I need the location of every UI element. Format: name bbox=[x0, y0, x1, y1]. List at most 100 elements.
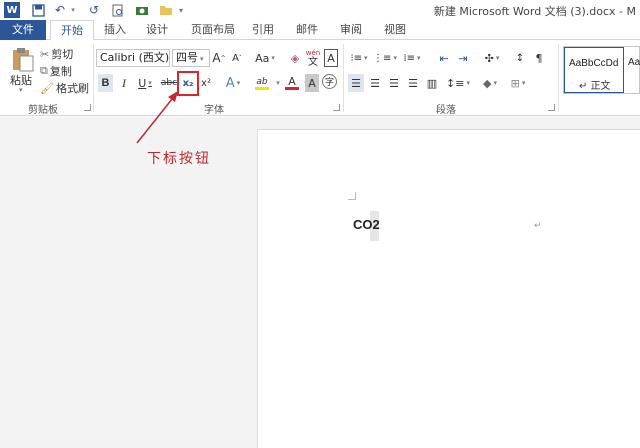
style-name-text: 正文 bbox=[590, 81, 611, 92]
strikethrough-icon: abc bbox=[160, 78, 178, 88]
change-case-button[interactable]: Aa ▾ bbox=[253, 49, 277, 67]
tab-layout[interactable]: 页面布局 bbox=[184, 20, 242, 40]
bullets-button[interactable]: ⁝≡ ▾ bbox=[348, 49, 370, 67]
tab-references[interactable]: 引用 bbox=[246, 20, 280, 40]
phonetic-bottom-text: 文 bbox=[308, 57, 318, 68]
italic-button[interactable]: I bbox=[117, 74, 131, 92]
align-center-icon: ☰ bbox=[370, 76, 380, 90]
font-color-button[interactable]: A bbox=[282, 74, 302, 92]
bold-button[interactable]: B bbox=[98, 74, 113, 92]
increase-indent-icon: ⇥ bbox=[458, 51, 468, 65]
highlight-color-button[interactable]: ab bbox=[250, 74, 274, 92]
tab-insert[interactable]: 插入 bbox=[98, 20, 132, 40]
character-shading-icon: A bbox=[308, 76, 316, 90]
chevron-down-icon: ▾ bbox=[495, 54, 500, 62]
copy-label: 复制 bbox=[49, 65, 72, 78]
character-shading-button[interactable]: A bbox=[305, 74, 319, 92]
multilevel-list-icon: ⁞≡ bbox=[403, 52, 416, 64]
font-launcher-icon[interactable] bbox=[333, 104, 340, 111]
align-left-button[interactable]: ☰ bbox=[348, 74, 364, 92]
font-name-combo[interactable]: Calibri (西文) bbox=[96, 49, 170, 67]
chevron-down-icon: ▾ bbox=[200, 55, 204, 63]
enclose-characters-icon: 字 bbox=[324, 78, 334, 88]
style-normal[interactable]: AaBbCcDd ↵ 正文 bbox=[564, 47, 624, 93]
character-border-button[interactable]: A bbox=[324, 49, 338, 67]
chinese-layout-icon: ✣ bbox=[484, 51, 494, 65]
chevron-down-icon: ▾ bbox=[148, 79, 152, 87]
clipboard-launcher-icon[interactable] bbox=[84, 104, 91, 111]
style-preview-next[interactable]: Aa bbox=[628, 57, 640, 68]
cut-button[interactable]: ✂ 剪切 bbox=[40, 45, 73, 63]
shading-button[interactable]: ◆ ▾ bbox=[478, 74, 502, 92]
numbering-button[interactable]: ⋮≡ ▾ bbox=[373, 49, 397, 67]
eraser-icon: ◈ bbox=[290, 51, 300, 65]
paste-icon bbox=[13, 48, 34, 72]
sort-button[interactable]: ↕ bbox=[512, 49, 528, 67]
redo-icon[interactable]: ↺ bbox=[86, 2, 102, 18]
tab-review[interactable]: 审阅 bbox=[334, 20, 368, 40]
chevron-down-icon: ▾ bbox=[466, 79, 470, 87]
chevron-down-icon: ▾ bbox=[493, 79, 497, 87]
shrink-font-button[interactable]: Aˇ bbox=[230, 49, 244, 67]
camera-icon[interactable] bbox=[134, 2, 150, 18]
tab-file[interactable]: 文件 bbox=[0, 20, 46, 40]
annotation-arrow bbox=[136, 91, 178, 144]
align-center-button[interactable]: ☰ bbox=[367, 74, 383, 92]
undo-icon[interactable]: ↶ bbox=[52, 2, 68, 18]
tab-home[interactable]: 开始 bbox=[50, 20, 94, 41]
chevron-down-icon: ▾ bbox=[393, 54, 397, 62]
enclose-characters-button[interactable]: 字 bbox=[322, 74, 337, 89]
copy-icon: ⧉ bbox=[40, 64, 48, 77]
align-right-icon: ☰ bbox=[389, 76, 399, 90]
tab-design[interactable]: 设计 bbox=[140, 20, 174, 40]
align-right-button[interactable]: ☰ bbox=[386, 74, 402, 92]
document-text[interactable]: CO2 bbox=[353, 217, 380, 232]
document-page[interactable] bbox=[257, 129, 640, 448]
paragraph-launcher-icon[interactable] bbox=[548, 104, 555, 111]
cut-label: 剪切 bbox=[51, 48, 74, 61]
chevron-down-icon: ▾ bbox=[364, 54, 368, 62]
group-divider bbox=[343, 44, 344, 112]
customize-quick-access-icon[interactable]: ▾ bbox=[176, 2, 186, 18]
phonetic-guide-button[interactable]: wén 文 bbox=[305, 46, 321, 70]
tab-view[interactable]: 视图 bbox=[378, 20, 412, 40]
sort-icon: ↕ bbox=[515, 52, 525, 64]
borders-button[interactable]: ⊞ ▾ bbox=[506, 74, 530, 92]
superscript-button[interactable]: x² bbox=[198, 74, 214, 92]
chinese-layout-button[interactable]: ✣ ▾ bbox=[480, 49, 504, 67]
text-effects-button[interactable]: A ▾ bbox=[222, 74, 244, 92]
decrease-indent-button[interactable]: ⇤ bbox=[436, 49, 452, 67]
distributed-icon: ▥ bbox=[426, 76, 438, 90]
numbered-list-icon: ⋮≡ bbox=[373, 52, 392, 64]
bold-icon: B bbox=[101, 77, 110, 89]
highlight-dropdown-icon[interactable]: ▾ bbox=[274, 74, 282, 92]
shrink-font-icon: A bbox=[232, 52, 239, 64]
save-icon[interactable] bbox=[30, 2, 46, 18]
folder-icon[interactable] bbox=[158, 2, 174, 18]
change-case-icon: Aa bbox=[255, 51, 270, 65]
font-group-label: 字体 bbox=[204, 105, 224, 116]
format-painter-label: 格式刷 bbox=[55, 82, 89, 95]
ribbon-tab-bar: 文件 开始 插入 设计 页面布局 引用 邮件 审阅 视图 bbox=[0, 20, 640, 41]
tab-mailings[interactable]: 邮件 bbox=[290, 20, 324, 40]
superscript-icon: x² bbox=[201, 77, 211, 89]
annotation-text: 下标按钮 bbox=[147, 151, 211, 167]
distributed-button[interactable]: ▥ bbox=[424, 74, 440, 92]
decrease-indent-icon: ⇤ bbox=[439, 51, 449, 65]
print-preview-icon[interactable] bbox=[110, 2, 126, 18]
character-border-icon: A bbox=[327, 51, 335, 65]
format-painter-button[interactable]: 🖌 格式刷 bbox=[40, 79, 89, 97]
clear-formatting-button[interactable]: ◈ bbox=[287, 49, 303, 67]
justify-button[interactable]: ☰ bbox=[405, 74, 421, 92]
multilevel-list-button[interactable]: ⁞≡ ▾ bbox=[400, 49, 424, 67]
line-spacing-button[interactable]: ↕≡ ▾ bbox=[446, 74, 470, 92]
highlighter-icon: ab bbox=[256, 76, 268, 87]
margin-corner-mark bbox=[348, 192, 356, 200]
show-marks-button[interactable]: ¶ bbox=[531, 49, 547, 67]
grow-font-button[interactable]: A ^ bbox=[212, 49, 226, 67]
undo-dropdown-icon[interactable]: ▾ bbox=[68, 2, 78, 18]
copy-button[interactable]: ⧉ 复制 bbox=[40, 62, 72, 80]
font-size-combo[interactable]: 四号 ▾ bbox=[172, 49, 210, 67]
increase-indent-button[interactable]: ⇥ bbox=[455, 49, 471, 67]
paste-button[interactable]: 粘贴 ▾ bbox=[8, 46, 38, 96]
